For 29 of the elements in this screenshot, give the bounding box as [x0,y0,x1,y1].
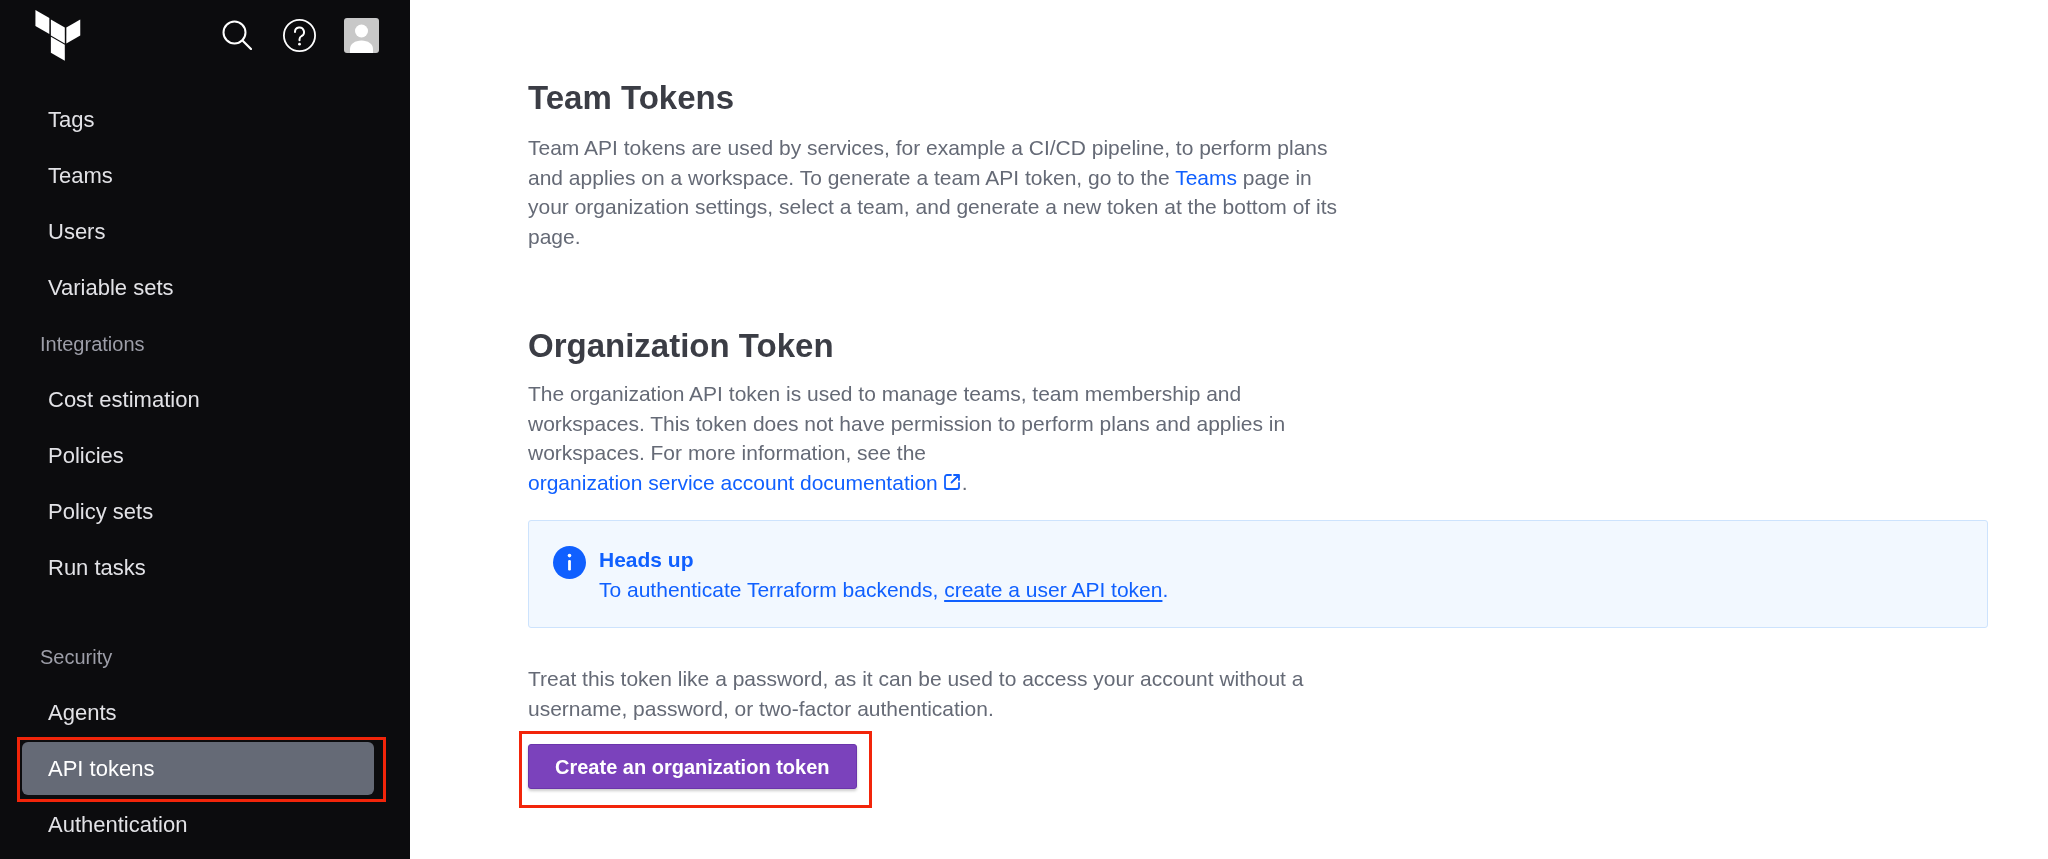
note-text: Treat this token like a password, as it can be used to access your account without a username, password, or two-factor authentication. [528,666,1305,722]
create-token-button[interactable]: Create an organization token [528,744,857,789]
help-icon[interactable] [283,19,316,52]
section-title: Organization Token [528,326,835,366]
section-title: Team Tokens [528,78,735,118]
sidebar-item[interactable]: Authentication [22,798,374,851]
section-heading: Integrations [39,331,146,357]
sidebar-item[interactable]: Policies [22,429,374,482]
callout-text: To authenticate Terraform backends, create a user API token. [599,577,1169,603]
inline-link[interactable]: create a user API token [944,578,1163,601]
sidebar-item[interactable]: API tokens [22,742,374,795]
sidebar-item[interactable]: Cost estimation [22,373,374,426]
inline-link[interactable]: organization service account documentation [528,470,962,494]
callout-title: Heads up [599,547,695,573]
description-text: Team API tokens are used by services, for example a CI/CD pipeline, to perform plans and applies on a workspace. To generate a team API token, go to the Teams page in your organization settings, select a team, and generate a new token at the bottom of its page. [528,135,1338,250]
sidebar-item[interactable]: Users [22,205,374,258]
info-icon [553,546,586,579]
sidebar-item[interactable]: Agents [22,686,374,739]
sidebar-item[interactable]: Variable sets [22,261,374,314]
sidebar-item[interactable]: Tags [22,93,374,146]
sidebar-item[interactable]: Run tasks [22,541,374,594]
inline-link[interactable]: Teams [1175,165,1238,189]
description-text: The organization API token is used to manage teams, team membership and workspaces. This token does not have permission to perform plans and applies in workspaces. For more information, see the organization service account documentation . [528,381,1287,496]
sidebar-item[interactable]: Teams [22,149,374,202]
section-heading: Security [39,644,114,670]
logo-icon[interactable] [35,10,81,61]
sidebar-item[interactable]: Policy sets [22,485,374,538]
search-icon[interactable] [222,20,252,50]
external-link-icon [941,471,962,492]
